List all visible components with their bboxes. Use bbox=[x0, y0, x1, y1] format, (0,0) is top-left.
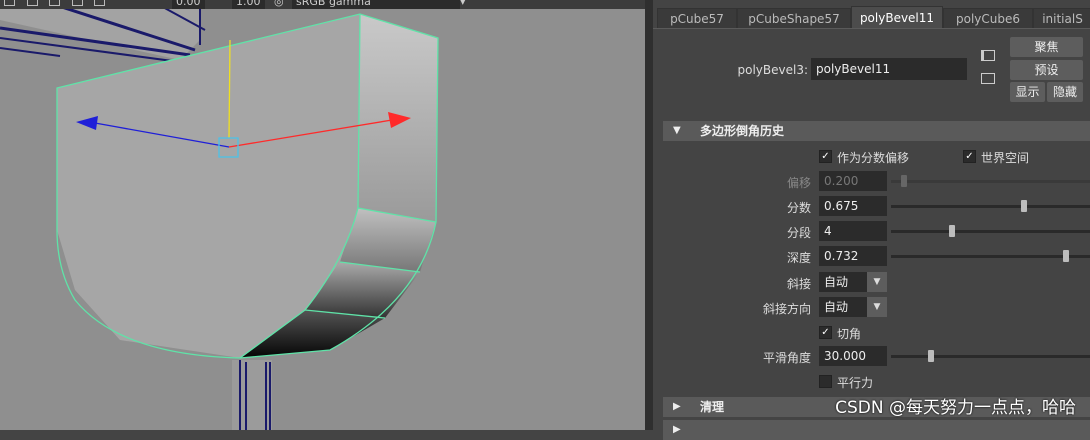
smooth-angle-slider-handle[interactable] bbox=[927, 350, 934, 362]
show-button[interactable]: 显示 bbox=[1010, 82, 1045, 102]
viewport-3d[interactable]: 0.00 1.00 ◎ sRGB gamma ▾ bbox=[0, 0, 645, 430]
gamma-field[interactable]: 1.00 bbox=[232, 0, 265, 9]
chevron-down-icon[interactable]: ▾ bbox=[460, 0, 466, 9]
world-space-label: 世界空间 bbox=[981, 151, 1030, 165]
section-title: 多边形倒角历史 bbox=[700, 124, 785, 138]
depth-slider-handle[interactable] bbox=[1062, 250, 1069, 262]
tab-pcube57[interactable]: pCube57 bbox=[657, 8, 737, 29]
fraction-offset-label: 作为分数偏移 bbox=[837, 151, 910, 165]
panel-divider[interactable] bbox=[645, 0, 653, 430]
tab-divider bbox=[653, 28, 1090, 29]
section-title: 清理 bbox=[700, 400, 725, 414]
node-name-label: polyBevel3: bbox=[737, 63, 808, 77]
segments-slider[interactable] bbox=[891, 225, 1090, 237]
chevron-down-icon: ▼ bbox=[673, 125, 681, 136]
watermark: CSDN @每天努力一点点，哈哈 bbox=[835, 398, 1076, 418]
depth-slider[interactable] bbox=[891, 250, 1090, 262]
hide-button[interactable]: 隐藏 bbox=[1047, 82, 1083, 102]
segments-label: 分段 bbox=[786, 226, 811, 240]
section-collapsed[interactable]: ▶ bbox=[663, 420, 1090, 440]
offset-slider bbox=[891, 175, 1090, 187]
tab-pcubeshape57[interactable]: pCubeShape57 bbox=[737, 8, 851, 29]
gear-icon[interactable] bbox=[94, 0, 105, 6]
chevron-right-icon: ▶ bbox=[673, 401, 681, 412]
exposure-field[interactable]: 0.00 bbox=[172, 0, 205, 9]
smooth-angle-label: 平滑角度 bbox=[762, 351, 811, 365]
camera-icon[interactable] bbox=[49, 0, 60, 6]
chevron-right-icon: ▶ bbox=[673, 424, 681, 435]
select-icon[interactable] bbox=[71, 0, 83, 6]
fraction-offset-checkbox[interactable]: ✓ bbox=[819, 150, 832, 163]
segments-slider-handle[interactable] bbox=[948, 225, 955, 237]
depth-field[interactable]: 0.732 bbox=[819, 246, 887, 266]
parallel-label: 平行力 bbox=[837, 376, 874, 390]
attribute-editor: pCube57 pCubeShape57 polyBevel11 polyCub… bbox=[653, 0, 1090, 440]
toolbar-icons[interactable] bbox=[4, 0, 105, 9]
fraction-slider-handle[interactable] bbox=[1021, 200, 1028, 212]
chamfer-checkbox[interactable]: ✓ bbox=[819, 326, 832, 339]
world-space-checkbox[interactable]: ✓ bbox=[963, 150, 976, 163]
tab-initials[interactable]: initialS bbox=[1033, 8, 1090, 29]
tab-polycube6[interactable]: polyCube6 bbox=[943, 8, 1033, 29]
miter-dropdown[interactable]: 自动 bbox=[819, 272, 867, 292]
colorspace-dropdown[interactable]: sRGB gamma bbox=[292, 0, 460, 9]
node-name-field[interactable]: polyBevel11 bbox=[811, 58, 967, 80]
offset-slider-handle bbox=[900, 175, 907, 187]
fraction-field[interactable]: 0.675 bbox=[819, 196, 887, 216]
node-tabs: pCube57 pCubeShape57 polyBevel11 polyCub… bbox=[653, 6, 1090, 29]
viewport-scene[interactable] bbox=[0, 0, 645, 430]
preset-icon[interactable] bbox=[981, 73, 995, 84]
depth-label: 深度 bbox=[786, 251, 811, 265]
parallel-checkbox[interactable] bbox=[819, 375, 832, 388]
tab-polybevel11[interactable]: polyBevel11 bbox=[851, 6, 943, 29]
preset-button[interactable]: 预设 bbox=[1010, 60, 1083, 80]
smooth-angle-slider[interactable] bbox=[891, 350, 1090, 362]
miter-label: 斜接 bbox=[786, 277, 811, 291]
snap-icon[interactable] bbox=[26, 0, 38, 6]
section-bevel-history[interactable]: ▼ 多边形倒角历史 bbox=[663, 121, 1090, 141]
fraction-slider[interactable] bbox=[891, 200, 1090, 212]
offset-label: 偏移 bbox=[786, 176, 811, 190]
offset-field: 0.200 bbox=[819, 171, 887, 191]
chevron-down-icon[interactable]: ▼ bbox=[867, 297, 887, 317]
segments-field[interactable]: 4 bbox=[819, 221, 887, 241]
fraction-label: 分数 bbox=[786, 201, 811, 215]
chevron-down-icon[interactable]: ▼ bbox=[867, 272, 887, 292]
colorspace-icon: ◎ bbox=[274, 0, 284, 8]
focus-button[interactable]: 聚焦 bbox=[1010, 37, 1083, 57]
miter-direction-label: 斜接方向 bbox=[762, 302, 811, 316]
viewport-toolbar: 0.00 1.00 ◎ sRGB gamma ▾ bbox=[0, 0, 645, 9]
miter-direction-dropdown[interactable]: 自动 bbox=[819, 297, 867, 317]
focus-icon[interactable] bbox=[981, 50, 995, 61]
smooth-angle-field[interactable]: 30.000 bbox=[819, 346, 887, 366]
grid-icon[interactable] bbox=[4, 0, 15, 6]
chamfer-label: 切角 bbox=[837, 327, 862, 341]
bevel-mesh[interactable] bbox=[56, 13, 439, 359]
